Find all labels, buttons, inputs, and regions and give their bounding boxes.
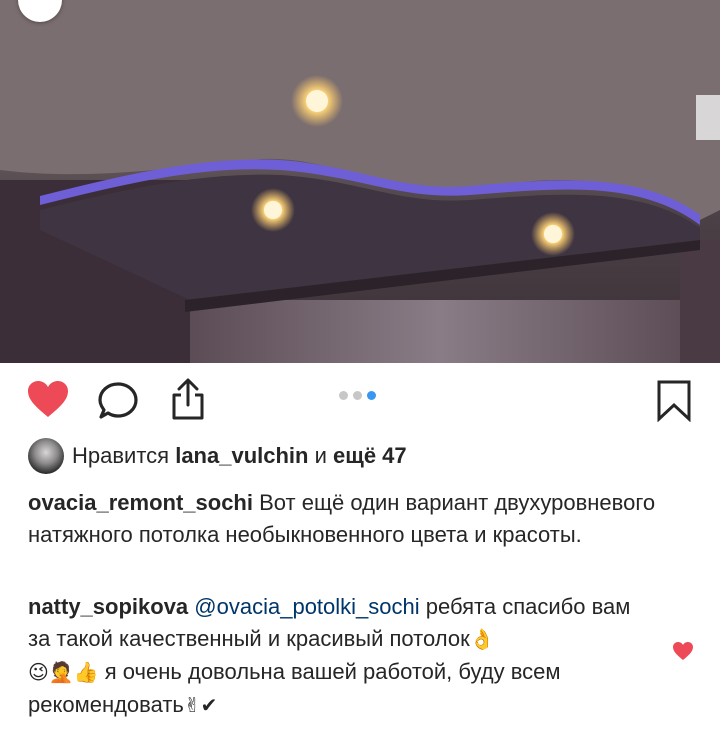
ok-hand-emoji: 👌: [469, 629, 495, 651]
carousel-dot: [353, 391, 362, 400]
likes-summary[interactable]: Нравится lana_vulchin и ещё 47: [28, 437, 407, 475]
caption-username[interactable]: ovacia_remont_sochi: [28, 490, 253, 515]
carousel-dot: [339, 391, 348, 400]
likes-conjunction: и: [314, 443, 327, 468]
ceiling-image: [0, 0, 720, 363]
comment-username[interactable]: natty_sopikova: [28, 594, 188, 619]
like-button[interactable]: [26, 379, 70, 424]
likes-text: Нравится lana_vulchin и ещё 47: [72, 443, 407, 469]
bookmark-icon: [657, 380, 691, 423]
share-button[interactable]: [168, 377, 208, 426]
carousel-indicator: [339, 391, 376, 400]
liker-username[interactable]: lana_vulchin: [175, 443, 308, 468]
save-button[interactable]: [656, 380, 692, 427]
comment-like-button[interactable]: [672, 641, 694, 666]
comment-text-part2: я очень довольна вашей работой, буду все…: [28, 659, 561, 717]
post-caption: ovacia_remont_sochi Вот ещё один вариант…: [28, 487, 688, 551]
end-emoji: ✌✔: [183, 695, 218, 717]
comment-item: natty_sopikova @ovacia_potolki_sochi реб…: [28, 591, 658, 722]
likes-more-link[interactable]: ещё 47: [333, 443, 407, 468]
heart-icon: [673, 642, 693, 660]
carousel-dot-active: [367, 391, 376, 400]
share-upload-icon: [172, 378, 204, 420]
liker-avatar[interactable]: [28, 438, 64, 474]
comment-button[interactable]: [98, 381, 140, 426]
likes-prefix: Нравится: [72, 443, 170, 468]
emoji-row: 😉🤦👍: [28, 662, 99, 684]
heart-icon: [28, 381, 68, 417]
post-photo[interactable]: [0, 0, 720, 363]
comment-mention[interactable]: @ovacia_potolki_sochi: [194, 594, 419, 619]
comment-bubble-icon: [98, 382, 138, 419]
